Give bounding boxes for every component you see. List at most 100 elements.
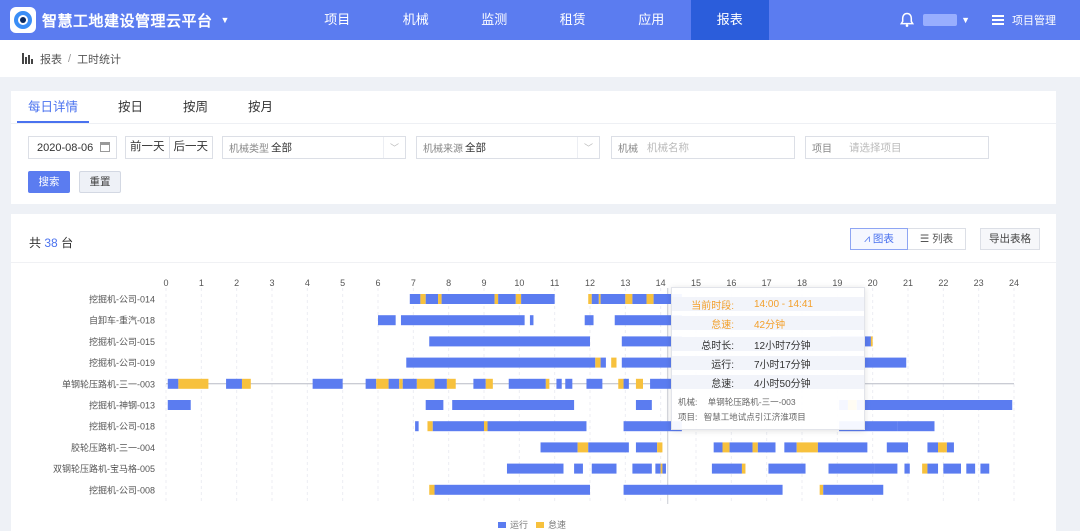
tooltip-project: 项目: 智慧工地试点引江济淮项目: [678, 411, 806, 423]
idle-segment: [376, 378, 389, 389]
run-segment: [402, 378, 417, 389]
run-segment: [487, 421, 587, 432]
idle-segment: [241, 378, 251, 389]
x-tick-label: 9: [481, 278, 486, 288]
run-segment: [432, 421, 484, 432]
tooltip-run-label: 运行:: [711, 359, 734, 371]
prev-day-button[interactable]: 前一天: [126, 137, 169, 158]
tab-by-day[interactable]: 按日: [107, 91, 154, 123]
machine-type-label: 机械类型: [229, 144, 269, 155]
project-management-button[interactable]: 项目管理: [992, 12, 1056, 28]
nav-item-monitoring[interactable]: 监测: [455, 0, 534, 40]
idle-segment: [494, 294, 499, 304]
idle-segment: [545, 378, 550, 389]
run-segment: [498, 294, 516, 304]
row-label: 自卸车-重汽-018: [89, 315, 155, 326]
app-logo-icon: [10, 7, 36, 33]
idle-segment: [752, 442, 758, 453]
run-segment: [784, 442, 797, 453]
idle-segment: [870, 336, 873, 347]
legend-swatch-run: [498, 521, 506, 528]
run-segment: [565, 378, 573, 389]
tab-daily-detail[interactable]: 每日详情: [17, 91, 90, 123]
run-segment: [757, 442, 776, 453]
machine-type-select[interactable]: 机械类型 全部 ﹀: [222, 136, 406, 159]
idle-segment: [611, 357, 617, 368]
run-segment: [584, 315, 594, 326]
row-label: 挖掘机-公司-015: [89, 336, 155, 347]
nav-item-project[interactable]: 项目: [298, 0, 377, 40]
breadcrumb-root[interactable]: 报表: [40, 51, 62, 67]
nav-item-rental[interactable]: 租赁: [534, 0, 613, 40]
tooltip-total-row: 总时长: 12小时7分钟: [672, 337, 864, 352]
tooltip-status-value: 42分钟: [754, 319, 786, 331]
run-segment: [946, 442, 954, 453]
tab-by-week[interactable]: 按周: [172, 91, 219, 123]
idle-segment: [660, 463, 663, 474]
idle-segment: [429, 484, 435, 495]
date-picker[interactable]: 2020-08-06: [28, 136, 117, 159]
idle-segment: [938, 442, 947, 453]
machine-name-field[interactable]: 机械 机械名称: [611, 136, 795, 159]
idle-segment: [796, 442, 818, 453]
row-label: 单钢轮压路机-三一-003: [62, 378, 155, 389]
bell-icon[interactable]: [899, 12, 915, 28]
row-label: 挖掘机-神钢-013: [89, 400, 155, 411]
x-tick-label: 10: [514, 278, 524, 288]
chevron-down-icon: ﹀: [577, 137, 599, 158]
idle-segment: [635, 378, 643, 389]
breadcrumb: 报表 / 工时统计: [0, 40, 1080, 77]
run-segment: [588, 442, 629, 453]
run-segment: [828, 463, 875, 474]
run-segment: [600, 357, 606, 368]
idle-segment: [446, 378, 456, 389]
run-segment: [904, 463, 910, 474]
x-tick-label: 4: [305, 278, 310, 288]
project-label: 项目: [812, 144, 832, 155]
machine-type-value: 全部: [271, 142, 292, 154]
brand[interactable]: 智慧工地建设管理云平台 ▼: [0, 7, 300, 33]
row-label: 挖掘机-公司-008: [89, 484, 155, 495]
idle-segment: [420, 294, 426, 304]
run-segment: [400, 315, 525, 326]
machine-source-select[interactable]: 机械来源 全部 ﹀: [416, 136, 600, 159]
run-segment: [623, 378, 629, 389]
user-menu-chevron-icon[interactable]: ▼: [961, 15, 970, 25]
nav-item-reports[interactable]: 报表: [690, 0, 769, 40]
breadcrumb-separator: /: [68, 52, 72, 65]
legend-label-idle: 怠速: [548, 520, 567, 530]
nav-item-apps[interactable]: 应用: [612, 0, 691, 40]
row-label: 胶轮压路机-三一-004: [71, 442, 155, 453]
run-segment: [506, 463, 564, 474]
project-select-input[interactable]: 请选择项目: [849, 140, 902, 155]
project-management-label: 项目管理: [1012, 15, 1056, 27]
x-tick-label: 6: [375, 278, 380, 288]
project-field[interactable]: 项目 请选择项目: [805, 136, 989, 159]
row-label: 双钢轮压路机-宝马格-005: [53, 463, 155, 474]
tooltip-period-value: 14:00 - 14:41: [754, 298, 813, 310]
legend-item-run[interactable]: 运行: [498, 518, 528, 531]
search-button[interactable]: 搜索: [28, 171, 70, 193]
x-tick-label: 8: [446, 278, 451, 288]
run-segment: [167, 400, 191, 410]
work-hours-gantt-chart: 0 1 2 3 4 5 6 7 8 9 10 11 12 13 14 15 16 17 18 19 20 21 22 23 24…: [53, 278, 1019, 504]
idle-segment: [646, 294, 654, 304]
user-avatar[interactable]: [923, 14, 958, 26]
tooltip-status-label: 怠速:: [711, 319, 734, 331]
next-day-button[interactable]: 后一天: [168, 137, 213, 158]
reset-button[interactable]: 重置: [79, 171, 121, 193]
idle-segment: [485, 378, 493, 389]
tooltip-run-value: 7小时17分钟: [754, 359, 811, 371]
run-segment: [943, 463, 961, 474]
calendar-icon: [100, 142, 110, 152]
tab-by-month[interactable]: 按月: [237, 91, 284, 123]
machine-label: 机械: [618, 144, 638, 155]
chevron-down-icon[interactable]: ▼: [221, 15, 230, 25]
legend-item-idle[interactable]: 怠速: [536, 518, 566, 531]
nav-item-machinery[interactable]: 机械: [377, 0, 456, 40]
machine-name-input[interactable]: 机械名称: [647, 140, 689, 155]
run-segment: [226, 378, 242, 389]
view-tabs: 每日详情 按日 按周 按月: [11, 91, 1056, 124]
idle-segment: [515, 294, 522, 304]
x-tick-label: 24: [1009, 278, 1019, 288]
